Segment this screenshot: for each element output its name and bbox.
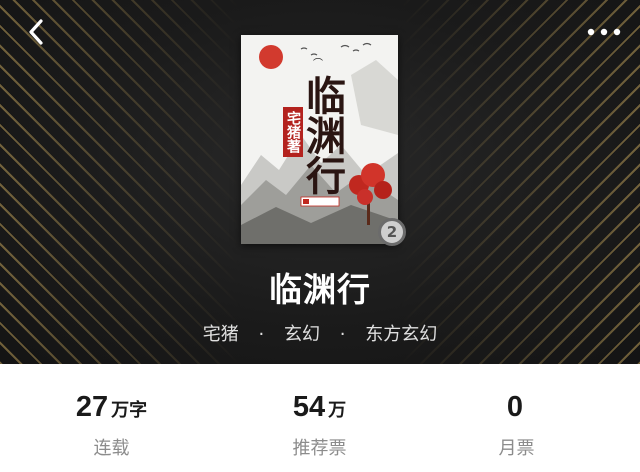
book-cover[interactable]: ︵ 临渊行 宅猪著 <box>241 35 398 244</box>
book-stats-bar: 27 万字 连载 54 万 推荐票 0 月票 <box>0 364 640 472</box>
stat-word-count: 27 万字 连载 <box>5 364 218 460</box>
stat-value: 0 <box>506 391 524 423</box>
author-name[interactable]: 宅猪 <box>203 320 239 346</box>
stat-label: 推荐票 <box>292 438 347 459</box>
book-detail-page: ︵ 临渊行 宅猪著 2 临渊行 宅猪 · 玄幻 · 东方玄幻 27 万字 连载 5… <box>0 0 640 472</box>
book-meta-line: 宅猪 · 玄幻 · 东方玄幻 <box>0 320 640 346</box>
stat-recommend-votes[interactable]: 54 万 推荐票 <box>213 364 426 460</box>
stat-unit: 万字 <box>111 400 148 421</box>
svg-text:︵: ︵ <box>313 52 323 63</box>
book-header-hero: ︵ 临渊行 宅猪著 2 临渊行 宅猪 · 玄幻 · 东方玄幻 <box>0 0 640 364</box>
back-button[interactable] <box>20 16 52 48</box>
book-title: 临渊行 <box>269 270 371 309</box>
chevron-left-icon <box>29 19 43 45</box>
category-label[interactable]: 玄幻 <box>284 320 320 346</box>
stat-monthly-votes[interactable]: 0 月票 <box>410 364 623 460</box>
stat-value: 27 <box>75 391 109 423</box>
stat-label: 月票 <box>498 438 535 459</box>
meta-separator: · <box>258 324 265 345</box>
subcategory-label[interactable]: 东方玄幻 <box>365 320 437 346</box>
meta-separator: · <box>339 324 346 345</box>
stat-label: 连载 <box>93 438 130 459</box>
stat-unit: 万 <box>328 400 347 421</box>
more-options-button[interactable] <box>584 18 624 46</box>
more-dots-icon <box>587 28 621 36</box>
rank-badge: 2 <box>378 218 406 246</box>
cover-title-text: 临渊行 <box>299 75 346 195</box>
cover-author-text: 宅猪著 <box>283 107 303 157</box>
stat-value: 54 <box>292 391 326 423</box>
